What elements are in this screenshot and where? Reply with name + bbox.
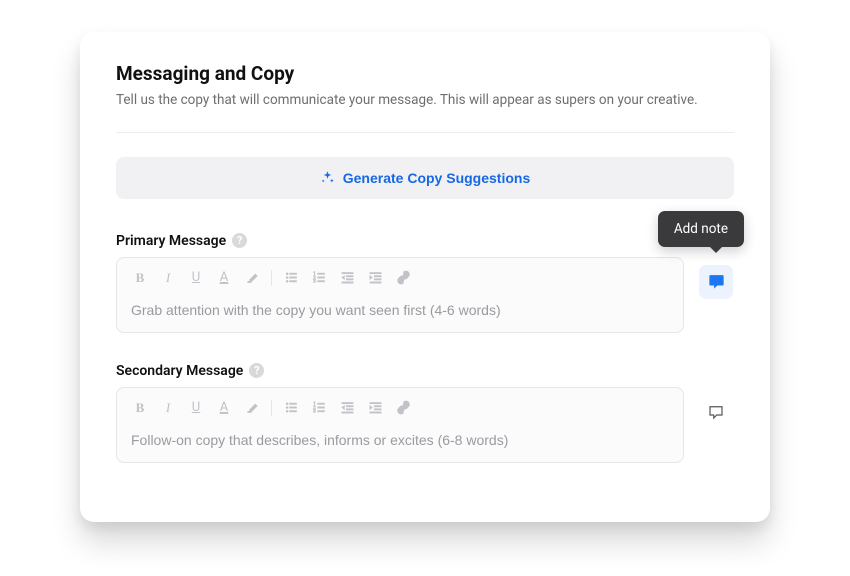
help-icon[interactable]: ? — [249, 363, 264, 378]
primary-message-input[interactable] — [117, 292, 683, 332]
comment-icon — [707, 272, 726, 291]
add-note-tooltip: Add note — [658, 211, 744, 247]
secondary-label-row: Secondary Message ? — [116, 363, 734, 379]
toolbar-separator — [271, 270, 272, 286]
card-title: Messaging and Copy — [116, 62, 734, 85]
card-subtitle: Tell us the copy that will communicate y… — [116, 91, 734, 110]
italic-icon[interactable]: I — [155, 396, 181, 420]
primary-toolbar: B I U A 123 — [117, 258, 683, 292]
messaging-copy-card: Messaging and Copy Tell us the copy that… — [80, 32, 770, 522]
add-note-button-primary[interactable] — [699, 265, 733, 299]
font-color-icon[interactable]: A — [211, 266, 237, 290]
bullet-list-icon[interactable] — [278, 266, 304, 290]
bold-icon[interactable]: B — [127, 266, 153, 290]
indent-icon[interactable] — [362, 266, 388, 290]
add-note-button-secondary[interactable] — [699, 395, 733, 429]
primary-field-row: B I U A 123 — [116, 257, 734, 333]
italic-icon[interactable]: I — [155, 266, 181, 290]
svg-text:3: 3 — [313, 280, 316, 285]
numbered-list-icon[interactable]: 123 — [306, 396, 332, 420]
sparkle-icon — [320, 170, 335, 185]
underline-icon[interactable]: U — [183, 266, 209, 290]
primary-label-row: Primary Message ? Required — [116, 233, 734, 249]
link-icon[interactable] — [390, 396, 416, 420]
outdent-icon[interactable] — [334, 266, 360, 290]
bold-icon[interactable]: B — [127, 396, 153, 420]
secondary-message-input[interactable] — [117, 422, 683, 462]
link-icon[interactable] — [390, 266, 416, 290]
comment-icon — [707, 403, 725, 421]
underline-icon[interactable]: U — [183, 396, 209, 420]
secondary-editor: B I U A 123 — [116, 387, 684, 463]
help-icon[interactable]: ? — [232, 233, 247, 248]
bullet-list-icon[interactable] — [278, 396, 304, 420]
generate-copy-button[interactable]: Generate Copy Suggestions — [116, 157, 734, 199]
font-color-icon[interactable]: A — [211, 396, 237, 420]
secondary-field-row: B I U A 123 — [116, 387, 734, 463]
primary-message-label: Primary Message — [116, 233, 226, 249]
outdent-icon[interactable] — [334, 396, 360, 420]
primary-editor: B I U A 123 — [116, 257, 684, 333]
divider — [116, 132, 734, 133]
svg-text:3: 3 — [313, 410, 316, 415]
highlight-icon[interactable] — [239, 396, 265, 420]
generate-copy-label: Generate Copy Suggestions — [343, 170, 530, 186]
secondary-toolbar: B I U A 123 — [117, 388, 683, 422]
toolbar-separator — [271, 400, 272, 416]
numbered-list-icon[interactable]: 123 — [306, 266, 332, 290]
secondary-message-label: Secondary Message — [116, 363, 243, 379]
indent-icon[interactable] — [362, 396, 388, 420]
highlight-icon[interactable] — [239, 266, 265, 290]
